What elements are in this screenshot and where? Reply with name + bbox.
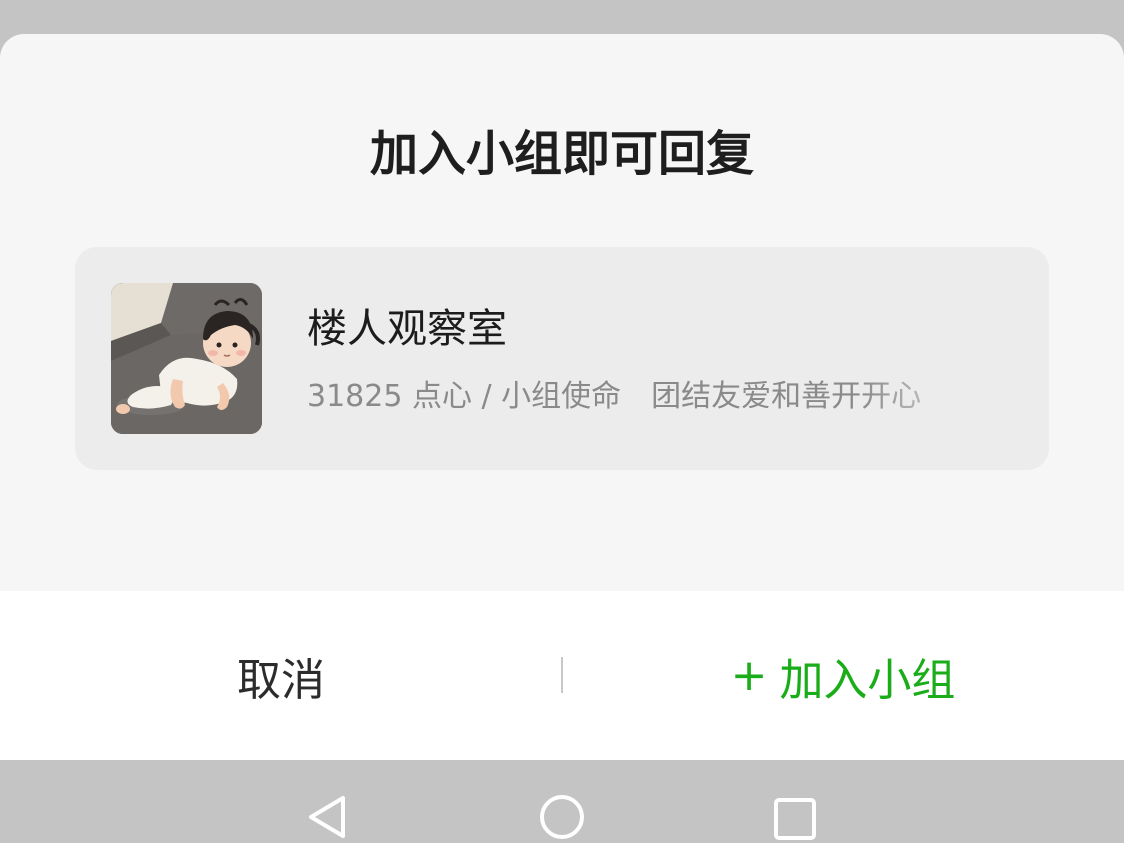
baby-illustration: [111, 283, 262, 434]
home-circle-icon[interactable]: [537, 792, 587, 842]
join-group-label: 加入小组: [779, 654, 956, 706]
recent-apps-square-icon[interactable]: [770, 792, 820, 842]
join-group-button[interactable]: + 加入小组: [562, 591, 1124, 760]
group-meta: 31825 点心 / 小组使命 团结友爱和善开开心: [307, 375, 997, 419]
plus-icon: +: [730, 650, 768, 701]
join-group-dialog: 加入小组即可回复 楼人观察室 31825 点心 / 小组使命 团结友爱和善开开心…: [0, 34, 1124, 760]
group-members-label: 31825 点心 / 小组使命: [307, 379, 622, 414]
screen: 加入小组即可回复 楼人观察室 31825 点心 / 小组使命 团结友爱和善开开心…: [0, 0, 1124, 843]
group-card[interactable]: 楼人观察室 31825 点心 / 小组使命 团结友爱和善开开心: [75, 247, 1049, 470]
action-bar: 取消 + 加入小组: [0, 591, 1124, 760]
group-avatar: [111, 283, 262, 434]
group-name: 楼人观察室: [307, 306, 507, 352]
cancel-button[interactable]: 取消: [0, 591, 562, 760]
back-triangle-icon[interactable]: [303, 792, 353, 842]
group-mission: 团结友爱和善开开心: [651, 379, 922, 414]
dialog-title: 加入小组即可回复: [369, 126, 754, 182]
system-nav-bar: [0, 760, 1124, 843]
